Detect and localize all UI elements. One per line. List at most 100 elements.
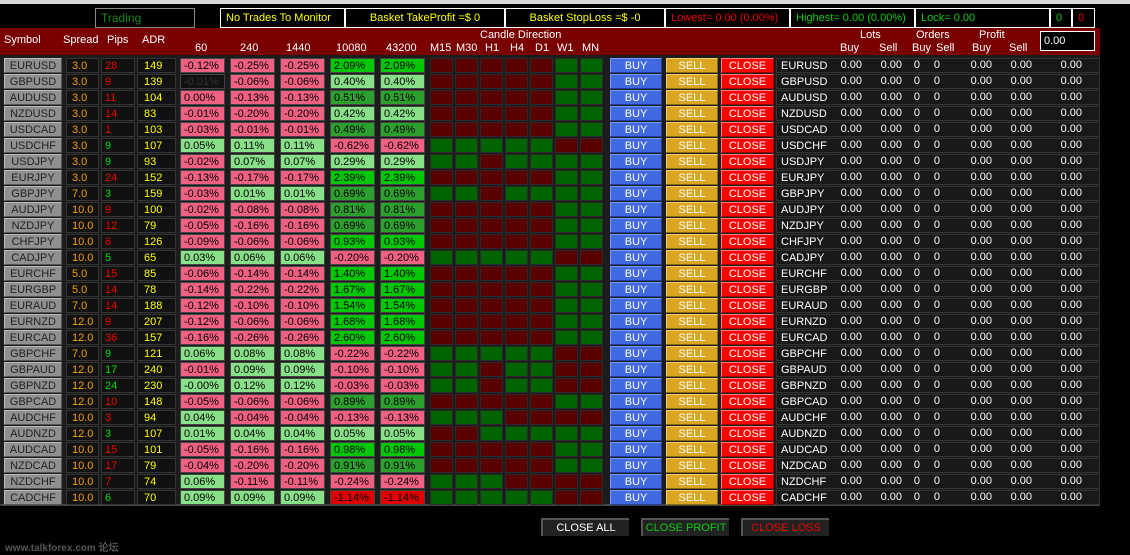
sell-button[interactable]: SELL <box>666 378 718 393</box>
close-button[interactable]: CLOSE <box>721 346 774 361</box>
sell-button[interactable]: SELL <box>666 314 718 329</box>
symbol-button[interactable]: USDJPY <box>4 154 62 169</box>
symbol-button[interactable]: EURCHF <box>4 266 62 281</box>
symbol-button[interactable]: EURCAD <box>4 330 62 345</box>
buy-button[interactable]: BUY <box>610 122 662 137</box>
buy-button[interactable]: BUY <box>610 266 662 281</box>
symbol-button[interactable]: EURNZD <box>4 314 62 329</box>
sell-button[interactable]: SELL <box>666 442 718 457</box>
close-button[interactable]: CLOSE <box>721 250 774 265</box>
symbol-button[interactable]: EURUSD <box>4 58 62 73</box>
sell-button[interactable]: SELL <box>666 458 718 473</box>
buy-button[interactable]: BUY <box>610 314 662 329</box>
symbol-button[interactable]: CADJPY <box>4 250 62 265</box>
symbol-button[interactable]: NZDCHF <box>4 474 62 489</box>
sell-button[interactable]: SELL <box>666 186 718 201</box>
close-button[interactable]: CLOSE <box>721 266 774 281</box>
buy-button[interactable]: BUY <box>610 442 662 457</box>
sell-button[interactable]: SELL <box>666 474 718 489</box>
sell-button[interactable]: SELL <box>666 138 718 153</box>
symbol-button[interactable]: GBPCAD <box>4 394 62 409</box>
close-button[interactable]: CLOSE <box>721 58 774 73</box>
close-button[interactable]: CLOSE <box>721 90 774 105</box>
sell-button[interactable]: SELL <box>666 170 718 185</box>
symbol-button[interactable]: AUDNZD <box>4 426 62 441</box>
buy-button[interactable]: BUY <box>610 138 662 153</box>
symbol-button[interactable]: GBPUSD <box>4 74 62 89</box>
sell-button[interactable]: SELL <box>666 330 718 345</box>
symbol-button[interactable]: NZDCAD <box>4 458 62 473</box>
sell-button[interactable]: SELL <box>666 154 718 169</box>
symbol-button[interactable]: EURGBP <box>4 282 62 297</box>
buy-button[interactable]: BUY <box>610 58 662 73</box>
buy-button[interactable]: BUY <box>610 298 662 313</box>
close-button[interactable]: CLOSE <box>721 490 774 505</box>
buy-button[interactable]: BUY <box>610 154 662 169</box>
symbol-button[interactable]: CADCHF <box>4 490 62 505</box>
close-profit-button[interactable]: CLOSE PROFIT <box>641 518 729 536</box>
close-button[interactable]: CLOSE <box>721 74 774 89</box>
buy-button[interactable]: BUY <box>610 394 662 409</box>
buy-button[interactable]: BUY <box>610 90 662 105</box>
symbol-button[interactable]: NZDUSD <box>4 106 62 121</box>
sell-button[interactable]: SELL <box>666 490 718 505</box>
buy-button[interactable]: BUY <box>610 250 662 265</box>
close-button[interactable]: CLOSE <box>721 170 774 185</box>
close-button[interactable]: CLOSE <box>721 394 774 409</box>
close-button[interactable]: CLOSE <box>721 458 774 473</box>
symbol-button[interactable]: CHFJPY <box>4 234 62 249</box>
buy-button[interactable]: BUY <box>610 282 662 297</box>
buy-button[interactable]: BUY <box>610 186 662 201</box>
sell-button[interactable]: SELL <box>666 298 718 313</box>
close-loss-button[interactable]: CLOSE LOSS <box>741 518 829 536</box>
buy-button[interactable]: BUY <box>610 218 662 233</box>
buy-button[interactable]: BUY <box>610 362 662 377</box>
sell-button[interactable]: SELL <box>666 410 718 425</box>
symbol-button[interactable]: GBPCHF <box>4 346 62 361</box>
symbol-button[interactable]: USDCHF <box>4 138 62 153</box>
close-button[interactable]: CLOSE <box>721 282 774 297</box>
symbol-button[interactable]: NZDJPY <box>4 218 62 233</box>
close-all-button[interactable]: CLOSE ALL <box>541 518 629 536</box>
close-button[interactable]: CLOSE <box>721 218 774 233</box>
symbol-button[interactable]: GBPNZD <box>4 378 62 393</box>
sell-button[interactable]: SELL <box>666 266 718 281</box>
sell-button[interactable]: SELL <box>666 250 718 265</box>
buy-button[interactable]: BUY <box>610 346 662 361</box>
buy-button[interactable]: BUY <box>610 426 662 441</box>
sell-button[interactable]: SELL <box>666 74 718 89</box>
close-button[interactable]: CLOSE <box>721 410 774 425</box>
sell-button[interactable]: SELL <box>666 58 718 73</box>
buy-button[interactable]: BUY <box>610 74 662 89</box>
sell-button[interactable]: SELL <box>666 122 718 137</box>
buy-button[interactable]: BUY <box>610 202 662 217</box>
close-button[interactable]: CLOSE <box>721 362 774 377</box>
sell-button[interactable]: SELL <box>666 394 718 409</box>
symbol-button[interactable]: AUDJPY <box>4 202 62 217</box>
close-button[interactable]: CLOSE <box>721 314 774 329</box>
buy-button[interactable]: BUY <box>610 170 662 185</box>
close-button[interactable]: CLOSE <box>721 234 774 249</box>
buy-button[interactable]: BUY <box>610 234 662 249</box>
symbol-button[interactable]: AUDCAD <box>4 442 62 457</box>
close-button[interactable]: CLOSE <box>721 154 774 169</box>
buy-button[interactable]: BUY <box>610 410 662 425</box>
sell-button[interactable]: SELL <box>666 282 718 297</box>
sell-button[interactable]: SELL <box>666 362 718 377</box>
sell-button[interactable]: SELL <box>666 218 718 233</box>
sell-button[interactable]: SELL <box>666 106 718 121</box>
close-button[interactable]: CLOSE <box>721 122 774 137</box>
buy-button[interactable]: BUY <box>610 458 662 473</box>
close-button[interactable]: CLOSE <box>721 202 774 217</box>
buy-button[interactable]: BUY <box>610 378 662 393</box>
buy-button[interactable]: BUY <box>610 490 662 505</box>
total-profit-input[interactable]: 0.00 <box>1040 31 1095 51</box>
close-button[interactable]: CLOSE <box>721 330 774 345</box>
symbol-button[interactable]: AUDUSD <box>4 90 62 105</box>
buy-button[interactable]: BUY <box>610 106 662 121</box>
close-button[interactable]: CLOSE <box>721 442 774 457</box>
sell-button[interactable]: SELL <box>666 234 718 249</box>
symbol-button[interactable]: EURAUD <box>4 298 62 313</box>
buy-button[interactable]: BUY <box>610 474 662 489</box>
symbol-button[interactable]: AUDCHF <box>4 410 62 425</box>
